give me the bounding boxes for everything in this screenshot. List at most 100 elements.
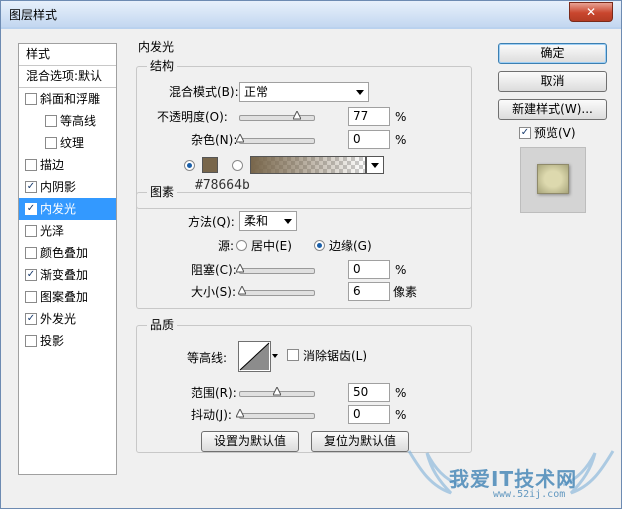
contour-picker[interactable] (238, 341, 271, 372)
effect-label: 颜色叠加 (40, 246, 89, 260)
jitter-percent: % (395, 408, 407, 422)
effect-checkbox[interactable]: ✓ (25, 180, 37, 193)
styles-header[interactable]: 样式 (19, 44, 116, 66)
jitter-slider-thumb[interactable] (236, 409, 244, 419)
reset-default-button[interactable]: 复位为默认值 (311, 431, 409, 452)
solid-color-radio[interactable] (184, 160, 195, 171)
elements-title: 图素 (147, 185, 178, 199)
watermark-url: www.52ij.com (493, 489, 566, 500)
style-list: 样式 混合选项:默认 斜面和浮雕 等高线 纹理 描边 ✓ 内阴影 ✓ 内发光 光泽 颜色叠加 ✓ 渐变… (18, 43, 117, 475)
effect-label: 斜面和浮雕 (40, 92, 101, 106)
effect-checkbox[interactable]: ✓ (25, 202, 37, 215)
effect-item[interactable]: 投影 (19, 330, 116, 352)
cancel-button[interactable]: 取消 (498, 71, 607, 92)
glow-gradient-swatch[interactable] (250, 156, 366, 174)
preview-checkbox[interactable]: ✓ (519, 127, 531, 139)
source-center-label[interactable]: 居中(E) (251, 238, 292, 254)
opacity-input[interactable]: 77 (348, 107, 390, 126)
effect-item[interactable]: 图案叠加 (19, 286, 116, 308)
effect-label: 投影 (40, 334, 65, 348)
watermark-text: 我爱IT技术网 (449, 467, 578, 491)
effect-item[interactable]: ✓ 外发光 (19, 308, 116, 330)
choke-input[interactable]: 0 (348, 260, 390, 279)
opacity-slider[interactable] (239, 111, 315, 121)
size-slider[interactable] (237, 286, 315, 296)
effect-checkbox[interactable] (25, 158, 37, 171)
quality-title: 品质 (147, 318, 178, 332)
blend-mode-value: 正常 (244, 85, 269, 99)
effect-checkbox[interactable] (45, 136, 57, 149)
color-hex-label: #78664b (195, 178, 250, 193)
effect-item[interactable]: 等高线 (19, 110, 116, 132)
blend-mode-select[interactable]: 正常 (239, 82, 369, 102)
effect-item[interactable]: ✓ 内发光 (19, 198, 116, 220)
effect-item[interactable]: ✓ 渐变叠加 (19, 264, 116, 286)
jitter-label: 抖动(J): (191, 408, 232, 422)
opacity-slider-thumb[interactable] (292, 111, 301, 121)
effect-checkbox[interactable] (25, 290, 37, 303)
choke-slider-thumb[interactable] (236, 264, 244, 274)
gradient-radio[interactable] (232, 160, 243, 171)
size-label: 大小(S): (191, 285, 237, 299)
effect-item[interactable]: ✓ 内阴影 (19, 176, 116, 198)
contour-chevron-down-icon[interactable] (272, 354, 278, 358)
close-button[interactable]: ✕ (569, 2, 613, 22)
size-slider-thumb[interactable] (237, 286, 246, 296)
effect-checkbox[interactable] (25, 92, 37, 105)
opacity-label: 不透明度(O): (157, 110, 228, 124)
technique-label: 方法(Q): (188, 215, 235, 229)
effect-checkbox[interactable] (45, 114, 57, 127)
contour-curve-icon (239, 342, 270, 371)
effect-checkbox[interactable] (25, 334, 37, 347)
noise-label: 杂色(N): (191, 133, 238, 147)
choke-percent: % (395, 263, 407, 277)
noise-slider-thumb[interactable] (236, 134, 244, 144)
size-unit: 像素 (393, 285, 418, 299)
gradient-picker-button[interactable] (366, 156, 384, 174)
effect-label: 描边 (40, 158, 65, 172)
size-input[interactable]: 6 (348, 282, 390, 301)
range-slider[interactable] (239, 387, 315, 397)
source-edge-radio[interactable] (314, 240, 325, 251)
window-title: 图层样式 (9, 8, 58, 22)
effect-item[interactable]: 颜色叠加 (19, 242, 116, 264)
new-style-button[interactable]: 新建样式(W)... (498, 99, 607, 120)
effect-label: 外发光 (40, 312, 77, 326)
make-default-button[interactable]: 设置为默认值 (201, 431, 299, 452)
inner-glow-title: 内发光 (138, 40, 175, 54)
effect-item[interactable]: 纹理 (19, 132, 116, 154)
noise-input[interactable]: 0 (348, 130, 390, 149)
elements-group: 图素 方法(Q): 柔和 源: 居中(E) 边缘(G) 阻塞(C): 0 % 大… (136, 185, 472, 309)
ok-button[interactable]: 确定 (498, 43, 607, 64)
technique-select[interactable]: 柔和 (239, 211, 297, 231)
effect-item[interactable]: 光泽 (19, 220, 116, 242)
opacity-percent: % (395, 110, 407, 124)
effect-item[interactable]: 斜面和浮雕 (19, 88, 116, 110)
range-percent: % (395, 386, 407, 400)
effect-item[interactable]: 描边 (19, 154, 116, 176)
effect-checkbox[interactable]: ✓ (25, 312, 37, 325)
source-label: 源: (218, 239, 235, 253)
jitter-input[interactable]: 0 (348, 405, 390, 424)
glow-color-swatch[interactable] (202, 157, 218, 173)
effect-label: 等高线 (60, 114, 97, 128)
blending-options-item[interactable]: 混合选项:默认 (19, 66, 116, 88)
choke-slider[interactable] (236, 264, 315, 274)
anti-alias-checkbox[interactable] (287, 349, 299, 361)
effect-checkbox[interactable]: ✓ (25, 268, 37, 281)
source-center-radio[interactable] (236, 240, 247, 251)
style-preview (520, 147, 586, 213)
anti-alias-label[interactable]: 消除锯齿(L) (303, 348, 367, 364)
preview-label[interactable]: 预览(V) (534, 125, 576, 141)
preview-thumbnail (537, 164, 569, 194)
structure-title: 结构 (147, 59, 178, 73)
noise-slider[interactable] (236, 134, 315, 144)
effect-checkbox[interactable] (25, 224, 37, 237)
source-edge-label[interactable]: 边缘(G) (329, 238, 372, 254)
range-input[interactable]: 50 (348, 383, 390, 402)
jitter-slider[interactable] (236, 409, 315, 419)
effect-checkbox[interactable] (25, 246, 37, 259)
effect-label: 渐变叠加 (40, 268, 89, 282)
range-slider-thumb[interactable] (273, 387, 281, 397)
choke-label: 阻塞(C): (191, 263, 237, 277)
